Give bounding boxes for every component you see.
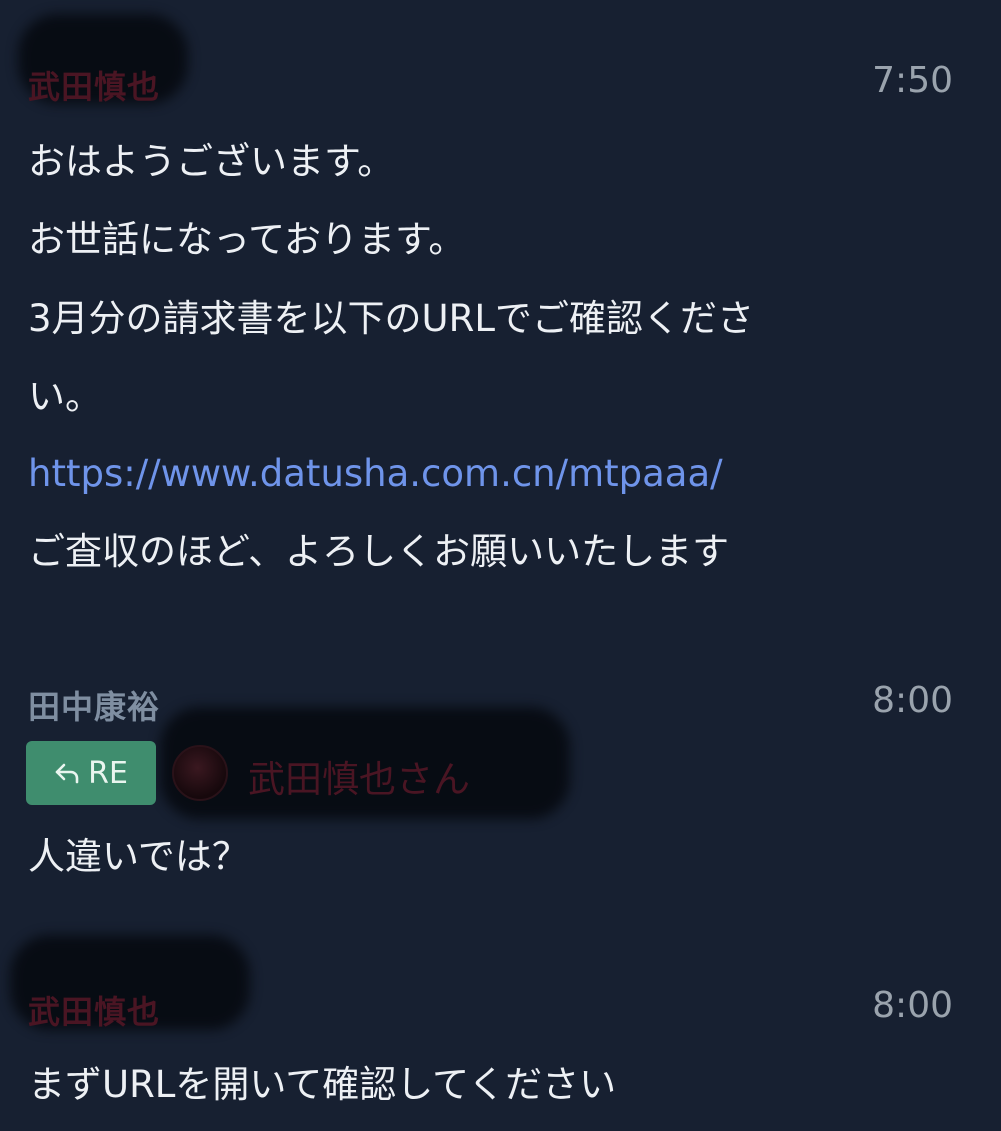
- message-time: 7:50: [872, 60, 953, 101]
- message-time: 8:00: [872, 985, 953, 1026]
- reply-reference: RE 武田慎也さん: [26, 741, 586, 807]
- message-link[interactable]: https://www.datusha.com.cn/mtpaaa/: [28, 452, 723, 496]
- message-time: 8:00: [872, 680, 953, 721]
- message-text-line: 3月分の請求書を以下のURLでご確認くださ: [28, 297, 754, 340]
- reply-button[interactable]: RE: [26, 741, 156, 805]
- message-text-line: ご査収のほど、よろしくお願いいたします: [28, 530, 730, 573]
- reply-arrow-icon: [55, 763, 79, 784]
- sender-name[interactable]: 田中康裕: [28, 682, 160, 728]
- message-text-line: お世話になっております。: [28, 218, 466, 261]
- reply-button-label: RE: [88, 755, 128, 791]
- sender-name[interactable]: 武田慎也: [28, 987, 160, 1033]
- sender-name[interactable]: 武田慎也: [28, 62, 160, 108]
- avatar: [172, 745, 228, 801]
- message-text-line: 人違いでは？: [28, 835, 249, 878]
- message-text-line: い。: [28, 375, 102, 418]
- chat-thread: 武田慎也 7:50 おはようございます。 お世話になっております。 3月分の請求…: [0, 0, 1001, 1131]
- message-text-line: おはようございます。: [28, 140, 395, 183]
- message-text-line: まずURLを開いて確認してください: [28, 1063, 617, 1106]
- reply-target-name[interactable]: 武田慎也さん: [248, 749, 470, 803]
